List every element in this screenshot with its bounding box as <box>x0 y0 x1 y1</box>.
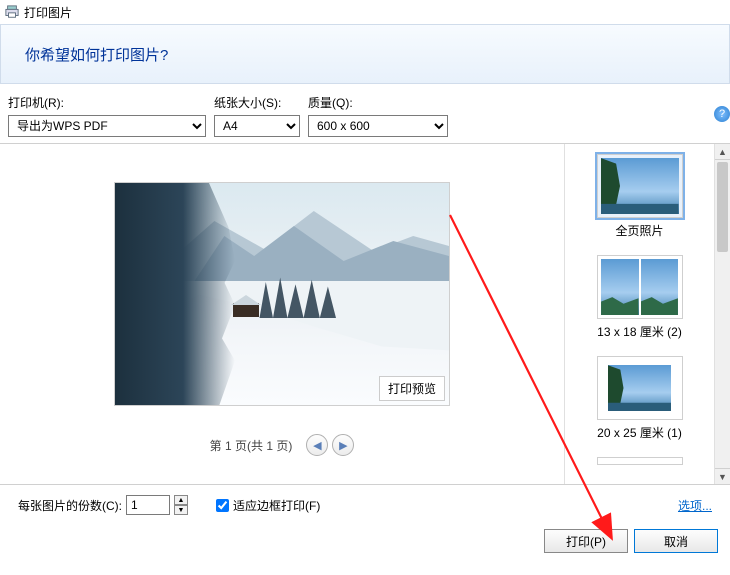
paper-group: 纸张大小(S): A4 <box>214 94 300 137</box>
page-label: 第 1 页(共 1 页) <box>210 437 293 454</box>
quality-label: 质量(Q): <box>308 94 448 111</box>
fit-label: 适应边框打印(F) <box>233 497 320 514</box>
printer-select[interactable]: 导出为WPS PDF <box>8 115 206 137</box>
cancel-button[interactable]: 取消 <box>634 529 718 553</box>
window-title: 打印图片 <box>24 4 72 21</box>
prev-page-button[interactable]: ◀ <box>306 434 328 456</box>
options-link[interactable]: 选项... <box>678 497 712 514</box>
quality-select[interactable]: 600 x 600 <box>308 115 448 137</box>
header-question: 你希望如何打印图片? <box>25 44 168 65</box>
layout-label: 全页照片 <box>615 222 663 239</box>
footer: 每张图片的份数(C): ▲ ▼ 适应边框打印(F) 选项... <box>0 485 730 523</box>
preview-image: 打印预览 <box>114 182 450 406</box>
paper-select[interactable]: A4 <box>214 115 300 137</box>
layout-item-13x18[interactable]: 13 x 18 厘米 (2) <box>593 251 687 344</box>
action-row: 打印(P) 取消 <box>0 523 730 563</box>
help-icon[interactable]: ? <box>714 106 730 122</box>
next-page-button[interactable]: ▶ <box>332 434 354 456</box>
main-area: 打印预览 第 1 页(共 1 页) ◀ ▶ 全页照片 13 x 18 厘米 (2… <box>0 144 730 484</box>
printer-label: 打印机(R): <box>8 94 206 111</box>
fit-checkbox[interactable] <box>216 499 229 512</box>
title-bar: 打印图片 <box>0 0 730 24</box>
layout-item-partial[interactable] <box>593 453 687 467</box>
controls-row: 打印机(R): 导出为WPS PDF 纸张大小(S): A4 质量(Q): 60… <box>0 84 730 143</box>
paper-label: 纸张大小(S): <box>214 94 300 111</box>
print-button[interactable]: 打印(P) <box>544 529 628 553</box>
copies-input[interactable] <box>126 495 170 515</box>
scroll-up-icon[interactable]: ▲ <box>715 144 730 160</box>
preview-pane: 打印预览 第 1 页(共 1 页) ◀ ▶ <box>0 144 564 484</box>
preview-tag: 打印预览 <box>379 376 445 401</box>
header-band: 你希望如何打印图片? <box>0 24 730 84</box>
fit-frame-check[interactable]: 适应边框打印(F) <box>216 497 320 514</box>
layout-item-full[interactable]: 全页照片 <box>593 150 687 243</box>
page-nav: 第 1 页(共 1 页) ◀ ▶ <box>210 434 355 456</box>
mountain-scene <box>115 183 449 405</box>
copies-down-button[interactable]: ▼ <box>174 505 188 515</box>
layout-item-20x25[interactable]: 20 x 25 厘米 (1) <box>593 352 687 445</box>
copies-group: 每张图片的份数(C): ▲ ▼ <box>18 495 188 515</box>
printer-group: 打印机(R): 导出为WPS PDF <box>8 94 206 137</box>
layout-scrollbar[interactable]: ▲ ▼ <box>714 144 730 484</box>
copies-label: 每张图片的份数(C): <box>18 497 122 514</box>
layout-label: 13 x 18 厘米 (2) <box>597 323 682 340</box>
quality-group: 质量(Q): 600 x 600 <box>308 94 448 137</box>
layout-pane[interactable]: 全页照片 13 x 18 厘米 (2) 20 x 25 厘米 (1) <box>564 144 714 484</box>
scroll-thumb[interactable] <box>717 162 728 252</box>
copies-up-button[interactable]: ▲ <box>174 495 188 505</box>
copies-spinner: ▲ ▼ <box>174 495 188 515</box>
layout-label: 20 x 25 厘米 (1) <box>597 424 682 441</box>
printer-icon <box>4 4 20 20</box>
scroll-down-icon[interactable]: ▼ <box>715 468 730 484</box>
